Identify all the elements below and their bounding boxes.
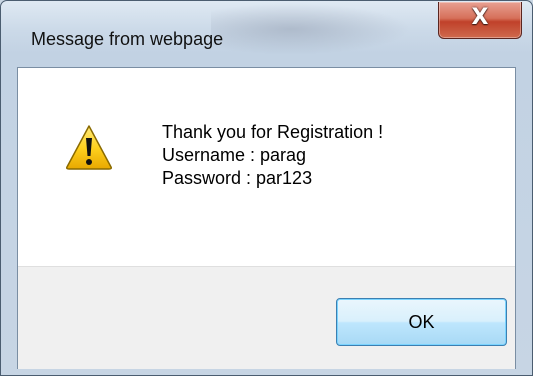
dialog-window: Message from webpage X Thank you for Reg… — [0, 0, 533, 376]
message-line-3: Password : par123 — [162, 168, 313, 188]
message-line-1: Thank you for Registration ! — [162, 122, 384, 142]
dialog-title: Message from webpage — [31, 29, 224, 49]
title-bar[interactable]: Message from webpage X — [1, 1, 532, 61]
close-button[interactable]: X — [438, 2, 522, 39]
ok-button[interactable]: OK — [336, 298, 507, 346]
dialog-body: Thank you for Registration ! Username : … — [17, 67, 516, 369]
message-line-2: Username : parag — [162, 145, 307, 165]
warning-icon — [66, 125, 112, 170]
button-bar: OK — [18, 266, 515, 369]
message-text: Thank you for Registration ! Username : … — [162, 121, 383, 190]
message-area: Thank you for Registration ! Username : … — [18, 68, 515, 266]
close-icon: X — [471, 5, 489, 30]
